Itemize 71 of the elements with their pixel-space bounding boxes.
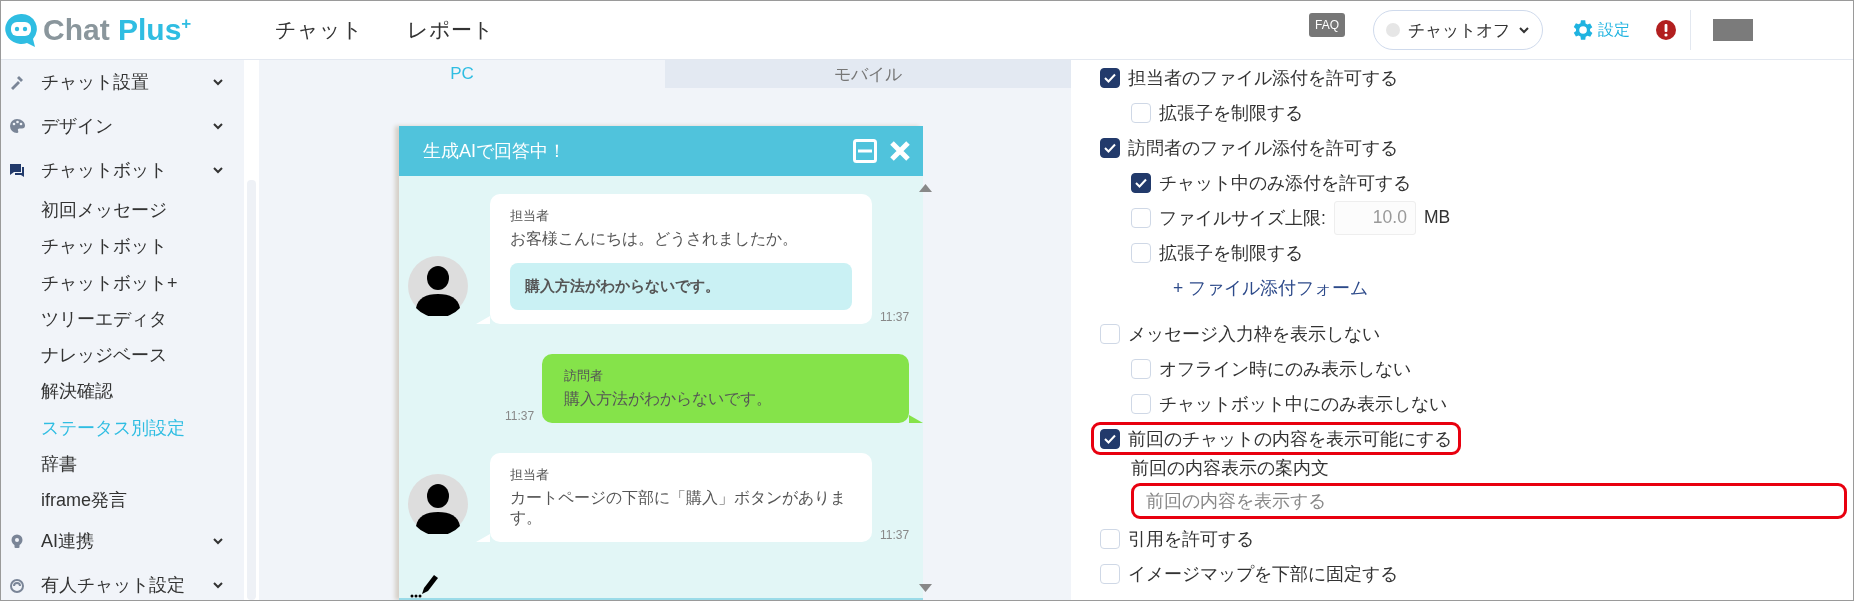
typing-pen-icon bbox=[410, 572, 440, 598]
sender-name: 訪問者 bbox=[564, 368, 605, 385]
sidebar-subitem[interactable]: iframe発言 bbox=[1, 482, 244, 519]
agent-icon bbox=[9, 576, 25, 593]
tools-icon bbox=[9, 74, 25, 90]
option-label: 引用を許可する bbox=[1128, 527, 1254, 551]
widget-title: 生成AIで回答中！ bbox=[423, 140, 567, 163]
option-label: イメージマップを下部に固定する bbox=[1128, 562, 1398, 586]
sidebar-item[interactable]: AI連携 bbox=[1, 518, 244, 563]
checkbox[interactable] bbox=[1100, 428, 1120, 449]
palette-icon bbox=[9, 118, 25, 134]
checkbox[interactable] bbox=[1100, 137, 1120, 158]
chat-icon bbox=[9, 162, 25, 178]
unit-label: MB bbox=[1423, 207, 1451, 228]
minimize-icon[interactable] bbox=[853, 139, 877, 163]
message-text: 購入方法がわからないです。 bbox=[564, 389, 774, 409]
sidebar-item[interactable]: デザイン bbox=[1, 104, 244, 148]
checkbox[interactable] bbox=[1131, 172, 1151, 193]
chevron-down-icon bbox=[212, 166, 224, 174]
sidebar-subitem[interactable]: チャットボット bbox=[1, 228, 244, 265]
bulb-icon bbox=[9, 532, 25, 549]
nav-link[interactable]: チャット bbox=[275, 16, 363, 44]
sidebar-item[interactable]: チャット設置 bbox=[1, 60, 244, 104]
sidebar-subitem[interactable]: チャットボット+ bbox=[1, 264, 244, 301]
sender-name: 担当者 bbox=[510, 208, 550, 225]
add-form-link[interactable]: + ファイル添付フォーム bbox=[1173, 275, 1369, 300]
option-label: 拡張子を制限する bbox=[1159, 101, 1303, 125]
sidebar-subitem[interactable]: 辞書 bbox=[1, 446, 244, 483]
sender-name: 担当者 bbox=[510, 467, 550, 484]
sidebar-item[interactable]: チャットボット bbox=[1, 148, 244, 192]
message-time: 11:37 bbox=[880, 528, 910, 542]
sidebar-subitem[interactable]: 初回メッセージ bbox=[1, 192, 244, 229]
nav-link[interactable]: レポート bbox=[407, 16, 494, 44]
chevron-down-icon bbox=[212, 122, 224, 130]
scrollbar-thumb[interactable] bbox=[247, 180, 256, 600]
quick-reply-button[interactable]: 購入方法がわからないです。 bbox=[510, 263, 852, 310]
logo-text: Chat Plus$^{+}$ bbox=[43, 13, 192, 47]
option-label: メッセージ入力枠を表示しない bbox=[1128, 322, 1380, 346]
sidebar-item[interactable]: 有人チャット設定 bbox=[1, 562, 244, 600]
option-label: チャットボット中にのみ表示しない bbox=[1159, 392, 1447, 416]
device-tab[interactable]: モバイル bbox=[665, 60, 1071, 88]
message-text: お客様こんにちは。どうされましたか。 bbox=[510, 229, 799, 249]
faq-button[interactable]: FAQ bbox=[1309, 13, 1345, 37]
text-input-field[interactable]: 前回の内容を表示する bbox=[1131, 483, 1847, 519]
option-label: ファイルサイズ上限: bbox=[1159, 206, 1326, 230]
field-label: 前回の内容表示の案内文 bbox=[1131, 457, 1330, 480]
chevron-down-icon bbox=[212, 536, 224, 545]
option-label: チャット中のみ添付を許可する bbox=[1159, 171, 1411, 195]
message-time: 11:37 bbox=[505, 409, 535, 423]
option-label: 前回のチャットの内容を表示可能にする bbox=[1128, 427, 1452, 451]
chevron-down-icon bbox=[212, 580, 224, 589]
avatar-silhouette-icon bbox=[408, 474, 468, 534]
scroll-down-icon[interactable] bbox=[919, 584, 933, 592]
avatar-silhouette-icon bbox=[408, 256, 468, 316]
name-placeholder bbox=[1713, 19, 1753, 41]
option-label: 担当者のファイル添付を許可する bbox=[1128, 66, 1398, 90]
sidebar-subitem[interactable]: 解決確認 bbox=[1, 373, 244, 410]
close-icon[interactable] bbox=[889, 140, 911, 162]
status-dropdown[interactable]: チャットオフ bbox=[1373, 10, 1543, 50]
checkbox[interactable] bbox=[1100, 67, 1120, 88]
option-label: 拡張子を制限する bbox=[1159, 241, 1303, 265]
chevron-down-icon bbox=[1518, 26, 1530, 34]
option-label: オフライン時にのみ表示しない bbox=[1159, 357, 1411, 381]
sidebar-subitem[interactable]: ナレッジベース bbox=[1, 337, 244, 374]
sidebar-subitem[interactable]: ツリーエディタ bbox=[1, 300, 244, 338]
message-time: 11:37 bbox=[880, 310, 910, 324]
option-label: 訪問者のファイル添付を許可する bbox=[1128, 136, 1398, 160]
scroll-up-icon[interactable] bbox=[919, 184, 933, 192]
alert-icon[interactable] bbox=[1656, 20, 1676, 40]
message-text: カートページの下部に「購入」ボタンがあります。 bbox=[510, 488, 847, 528]
chevron-down-icon bbox=[212, 78, 224, 86]
